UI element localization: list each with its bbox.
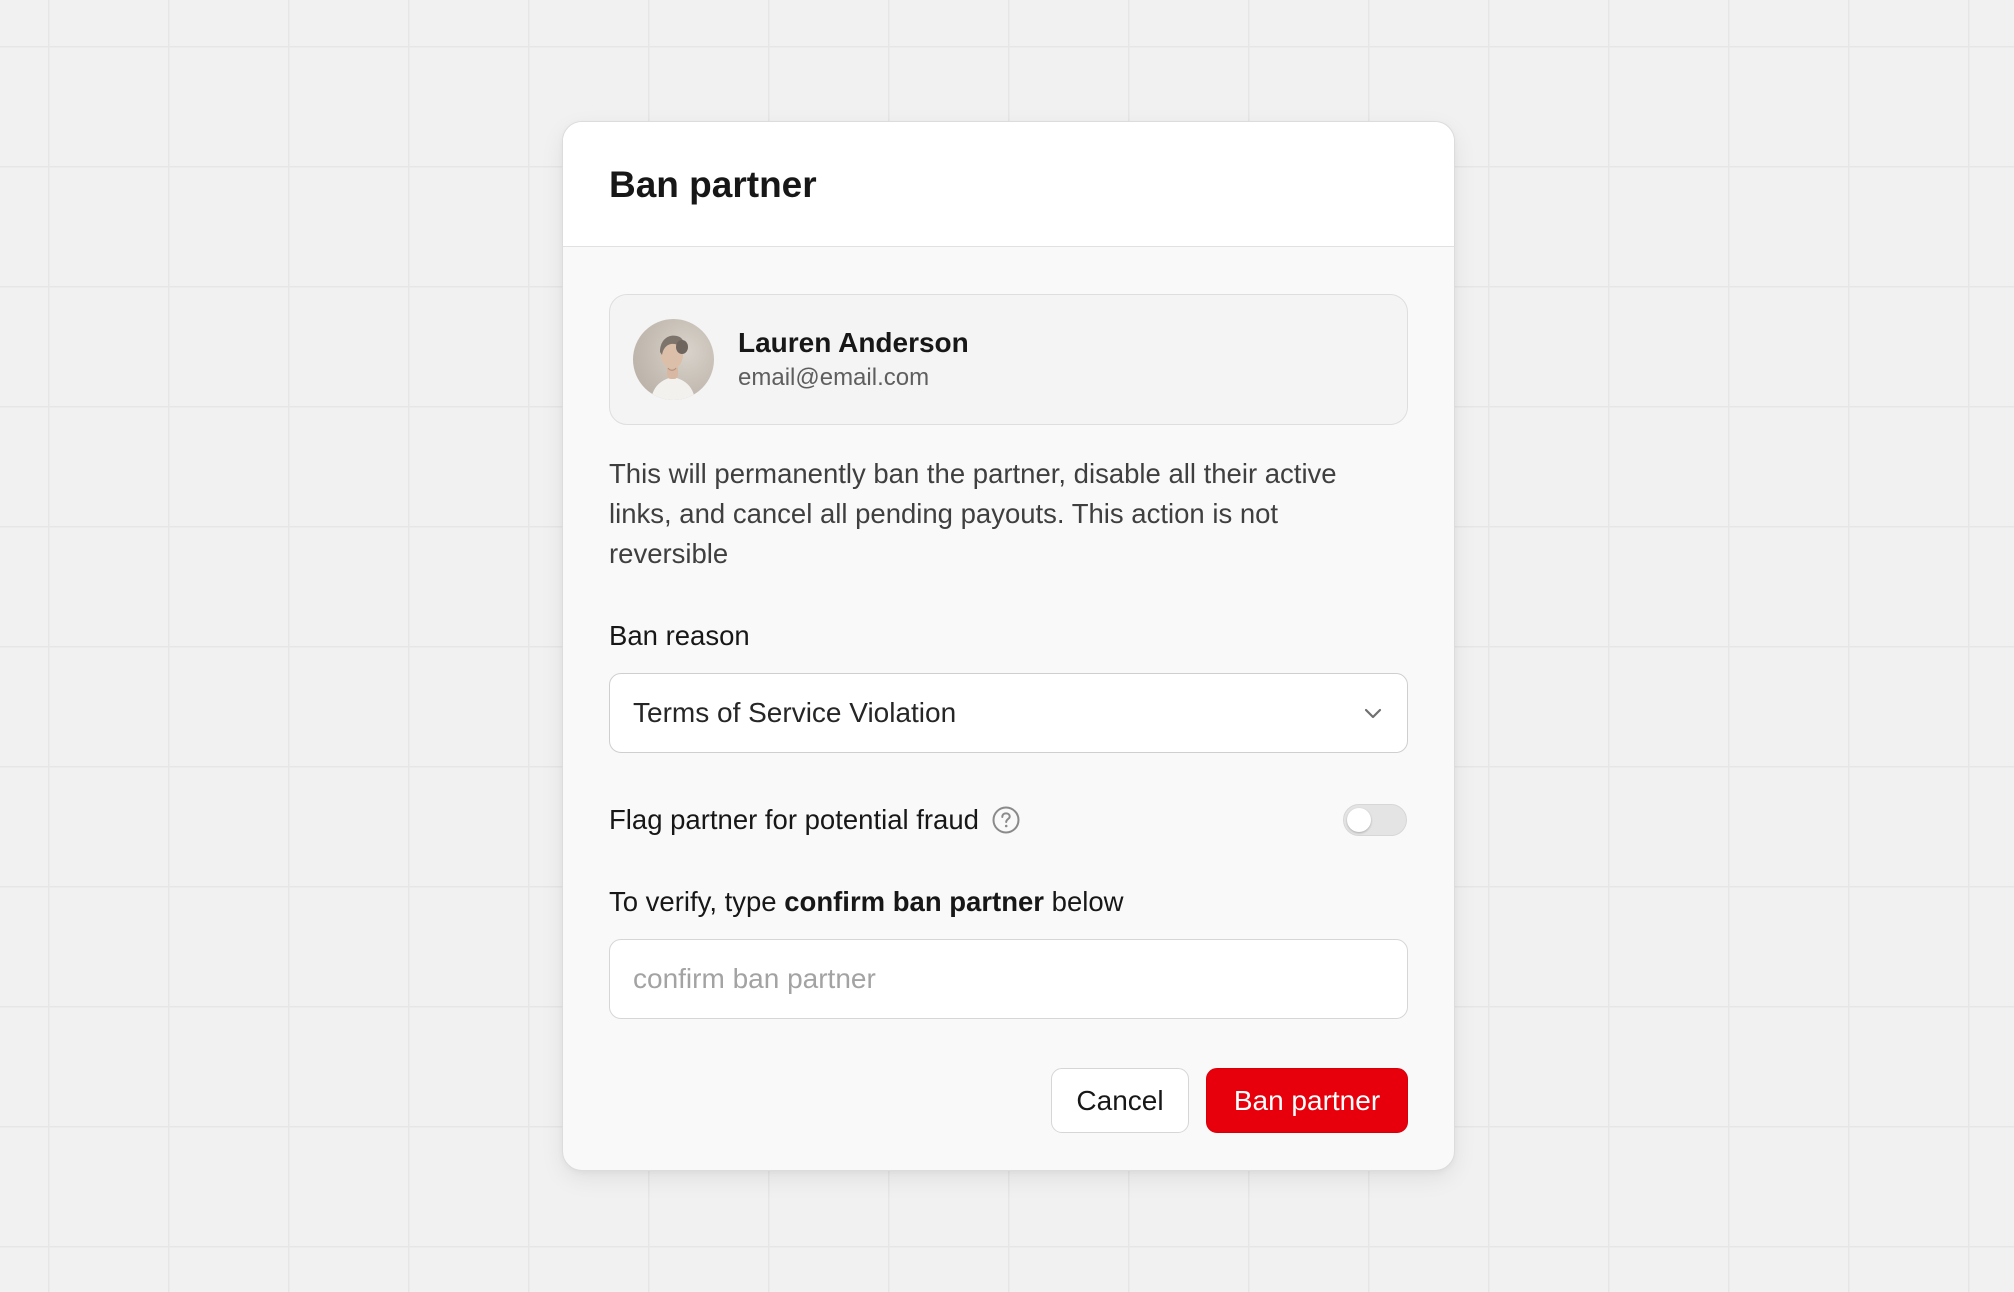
verify-label-suffix: below: [1044, 886, 1124, 917]
fraud-flag-row: Flag partner for potential fraud: [609, 803, 1408, 837]
confirm-phrase-input[interactable]: [609, 939, 1408, 1019]
ban-partner-button[interactable]: Ban partner: [1206, 1068, 1408, 1133]
ban-reason-value: Terms of Service Violation: [633, 697, 957, 728]
ban-partner-dialog: Ban partner Lauren Anderson email@email.…: [562, 121, 1455, 1171]
dialog-header: Ban partner: [563, 122, 1454, 247]
avatar-photo: [633, 319, 714, 400]
question-circle-icon[interactable]: [991, 805, 1021, 835]
toggle-knob: [1347, 808, 1371, 832]
fraud-flag-toggle[interactable]: [1343, 804, 1407, 836]
verify-label-prefix: To verify, type: [609, 886, 785, 917]
ban-reason-label: Ban reason: [609, 620, 750, 651]
cancel-button[interactable]: Cancel: [1051, 1068, 1189, 1133]
partner-card: Lauren Anderson email@email.com: [609, 294, 1408, 425]
ban-reason-select[interactable]: Terms of Service Violation: [609, 673, 1408, 753]
dialog-title: Ban partner: [609, 164, 817, 205]
warning-message: This will permanently ban the partner, d…: [609, 458, 1337, 569]
partner-email: email@email.com: [738, 363, 930, 391]
verify-phrase: confirm ban partner: [784, 886, 1045, 917]
avatar: [633, 319, 714, 400]
dialog-body: Lauren Anderson email@email.com This wil…: [563, 247, 1454, 1133]
dialog-footer: Cancel Ban partner: [609, 1068, 1408, 1133]
partner-info: Lauren Anderson email@email.com: [738, 326, 969, 394]
partner-name: Lauren Anderson: [738, 326, 969, 358]
chevron-down-icon: [1361, 701, 1385, 725]
verify-label: To verify, type confirm ban partner belo…: [609, 885, 1408, 919]
fraud-flag-label-group: Flag partner for potential fraud: [609, 803, 1021, 837]
fraud-flag-label: Flag partner for potential fraud: [609, 804, 979, 835]
